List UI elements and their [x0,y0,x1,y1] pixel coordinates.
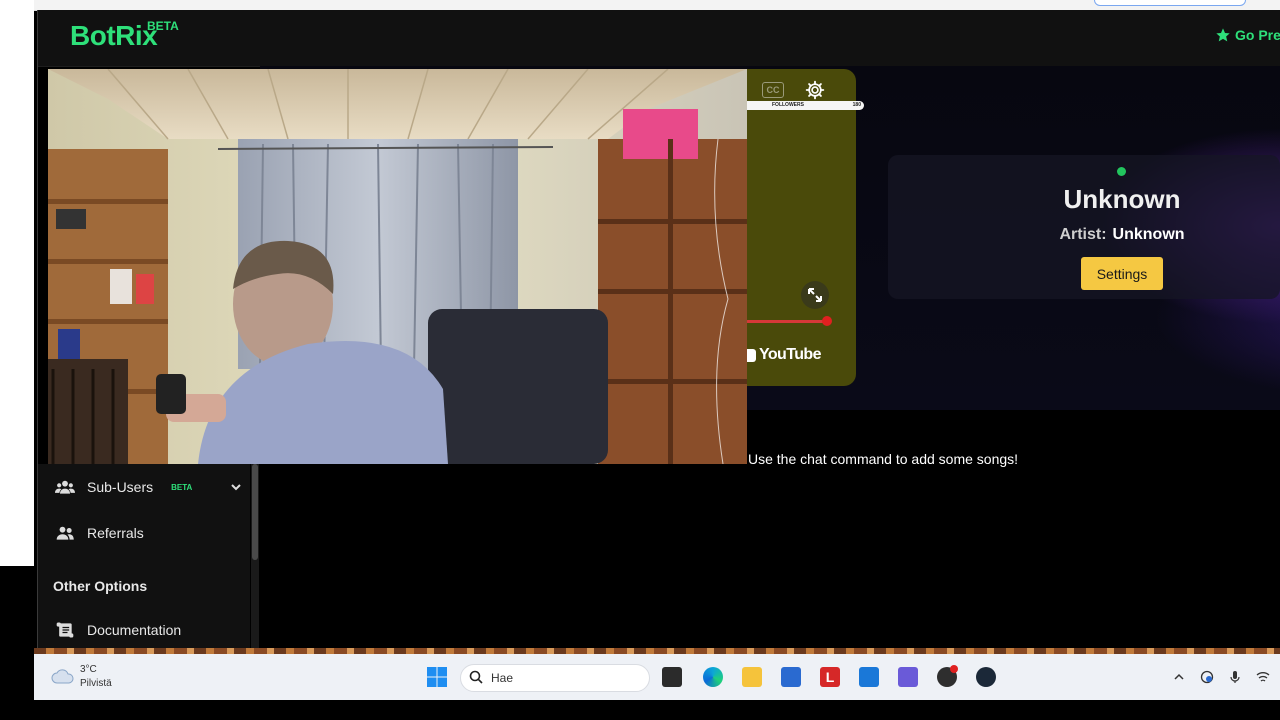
song-title: Unknown [1063,184,1181,214]
taskbar [34,654,1280,700]
users-icon [55,480,75,494]
webcam-overlay [48,69,747,464]
screen-bezel [0,700,1280,720]
settings-button[interactable]: Settings [1081,257,1163,290]
sidebar-item-sub-users-label: Sub-Users [87,479,154,495]
sub-users-beta-badge: BETA [171,482,193,492]
microphone-icon[interactable] [1228,670,1242,684]
network-status-icon[interactable] [1200,670,1214,684]
youtube-logo: YouTube [746,346,821,364]
status-dot [1117,167,1126,176]
sidebar-scrollbar-thumb[interactable] [252,464,258,560]
wifi-icon[interactable] [1256,670,1270,684]
youtube-play-icon [746,348,756,362]
go-premium-label: Go Pre [1235,27,1280,43]
search-icon [469,670,483,684]
gear-icon[interactable] [805,80,825,100]
go-premium-link[interactable]: Go Pre [1215,27,1280,43]
scroll-icon [56,622,74,638]
artist-label: Artist: [1059,226,1107,243]
follower-goal-label: FOLLOWERS [772,102,804,108]
notification-badge [950,665,958,673]
youtube-player[interactable] [746,69,856,386]
playback-progress-bar[interactable] [746,320,826,323]
follower-goal-target: 180 [852,102,861,108]
sidebar-section-title: Other Options [53,578,148,594]
star-icon [1216,28,1230,42]
weather-condition[interactable]: Pilvistä [80,678,112,689]
weather-temperature[interactable]: 3°C [80,664,97,675]
windows-start-icon[interactable] [426,666,448,688]
cloud-icon[interactable] [50,666,76,686]
search-placeholder: Hae [491,671,514,685]
sidebar-item-documentation-label: Documentation [87,622,182,638]
store-icon[interactable] [781,667,801,687]
file-explorer-icon[interactable] [742,667,762,687]
browser-search-pill[interactable] [1094,0,1246,6]
playback-scrubber[interactable] [822,316,832,326]
user-group-icon [56,526,74,540]
queue-empty-message: Use the chat command to add some songs! [748,451,1019,467]
desktop-area [0,0,34,566]
teams-icon[interactable] [898,667,918,687]
task-view-icon[interactable] [662,667,682,687]
app-header [38,10,1280,67]
sidebar-item-sub-users[interactable]: Sub-Users BETA [38,467,250,507]
sidebar-item-referrals[interactable]: Referrals [38,513,250,553]
steam-icon[interactable] [976,667,996,687]
taskbar-search[interactable] [460,664,650,692]
fullscreen-icon[interactable] [801,281,829,309]
artist-line: Artist: Unknown [1022,226,1222,244]
chevron-down-icon[interactable] [230,481,242,493]
sidebar-item-documentation[interactable]: Documentation [38,610,250,650]
outlook-icon[interactable] [859,667,879,687]
sidebar: Sub-Users BETA Referrals Documentation [38,464,250,648]
sidebar-scrollbar[interactable] [251,464,259,648]
logo-beta-badge: BETA [147,19,179,33]
artist-name: Unknown [1112,226,1185,243]
sidebar-item-referrals-label: Referrals [87,525,144,541]
l-app-icon[interactable]: L [820,667,840,687]
webcam-image [48,69,747,464]
captions-icon[interactable]: CC [762,82,784,98]
chevron-up-icon[interactable] [1172,670,1186,684]
app-logo[interactable]: BotRix [70,20,158,52]
edge-icon[interactable] [703,667,723,687]
youtube-logo-text: YouTube [759,346,821,363]
